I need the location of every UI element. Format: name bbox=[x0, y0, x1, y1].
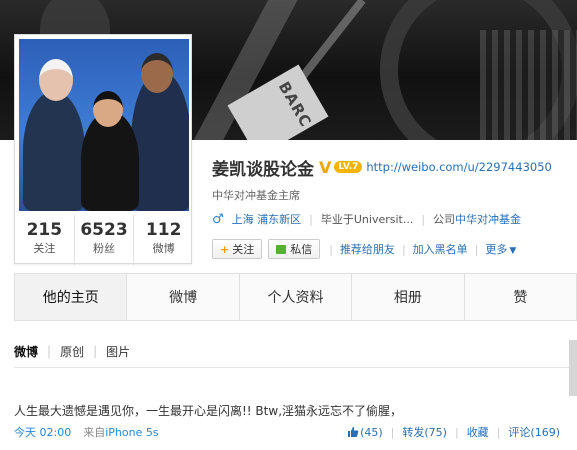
male-icon: ♂ bbox=[212, 211, 224, 227]
filter-original[interactable]: 原创 bbox=[60, 343, 84, 360]
stat-following[interactable]: 215 关注 bbox=[15, 215, 75, 265]
repost-button[interactable]: 转发(75) bbox=[402, 424, 447, 440]
stat-followers-count: 6523 bbox=[80, 220, 128, 240]
post-time[interactable]: 今天 02:00 bbox=[14, 424, 71, 440]
stat-posts[interactable]: 112 微博 bbox=[134, 215, 193, 265]
stat-followers-label: 粉丝 bbox=[93, 242, 115, 255]
stat-following-count: 215 bbox=[26, 220, 63, 240]
tab-likes[interactable]: 赞 bbox=[465, 274, 576, 320]
avatar[interactable] bbox=[19, 39, 189, 211]
plus-icon: + bbox=[220, 242, 230, 256]
tab-home[interactable]: 他的主页 bbox=[15, 274, 128, 320]
post-meta: 今天 02:00 来自iPhone 5s (45) | 转发(75) | 收藏 … bbox=[14, 424, 560, 440]
stat-following-label: 关注 bbox=[33, 242, 56, 255]
tab-profile-info[interactable]: 个人资料 bbox=[240, 274, 353, 320]
school-text: 毕业于Universit... bbox=[320, 213, 414, 226]
user-info-row: ♂ 上海 浦东新区 | 毕业于Universit... | 公司 中华对冲基金 bbox=[212, 211, 522, 227]
action-bar: + 关注 私信 | 推荐给朋友 | 加入黑名单 | 更多 ▼ bbox=[212, 239, 520, 259]
follow-label: 关注 bbox=[232, 243, 255, 256]
stat-followers[interactable]: 6523 粉丝 bbox=[75, 215, 135, 265]
recommend-link[interactable]: 推荐给朋友 bbox=[340, 241, 395, 257]
filter-all[interactable]: 微博 bbox=[14, 343, 38, 360]
divider bbox=[14, 367, 577, 368]
stat-posts-label: 微博 bbox=[152, 242, 175, 255]
message-button[interactable]: 私信 bbox=[268, 239, 321, 259]
chevron-down-icon: ▼ bbox=[509, 246, 517, 256]
more-label: 更多 bbox=[485, 243, 508, 256]
feed-filter: 微博 | 原创 | 图片 bbox=[14, 343, 131, 360]
profile-url-link[interactable]: http://weibo.com/u/2297443050 bbox=[366, 160, 551, 174]
profile-card: 215 关注 6523 粉丝 112 微博 bbox=[14, 34, 193, 265]
location-link[interactable]: 上海 浦东新区 bbox=[232, 211, 302, 227]
post-source: 来自iPhone 5s bbox=[83, 424, 158, 440]
stat-posts-count: 112 bbox=[145, 220, 182, 240]
verified-icon[interactable]: V bbox=[319, 158, 331, 177]
user-intro: 中华对冲基金主席 bbox=[212, 189, 300, 202]
user-name: 姜凯谈股论金 bbox=[212, 159, 314, 180]
post-source-prefix: 来自 bbox=[83, 426, 106, 439]
tab-album[interactable]: 相册 bbox=[352, 274, 465, 320]
profile-header: 姜凯谈股论金 V LV.7 http://weibo.com/u/2297443… bbox=[212, 155, 552, 180]
company-prefix: 公司 bbox=[433, 213, 456, 226]
more-menu[interactable]: 更多 ▼ bbox=[485, 241, 516, 257]
follow-button[interactable]: + 关注 bbox=[212, 239, 263, 259]
post-actions: (45) | 转发(75) | 收藏 | 评论(169) bbox=[347, 424, 560, 440]
level-badge[interactable]: LV.7 bbox=[334, 161, 363, 173]
scrollbar[interactable] bbox=[569, 340, 577, 396]
message-icon bbox=[276, 244, 287, 254]
profile-tabs: 他的主页 微博 个人资料 相册 赞 bbox=[14, 273, 577, 321]
message-label: 私信 bbox=[290, 243, 313, 256]
company-link[interactable]: 中华对冲基金 bbox=[455, 211, 521, 227]
profile-stats: 215 关注 6523 粉丝 112 微博 bbox=[15, 215, 193, 265]
like-count: (45) bbox=[360, 425, 383, 439]
like-button[interactable]: (45) bbox=[347, 426, 383, 439]
filter-images[interactable]: 图片 bbox=[106, 343, 130, 360]
tab-weibo[interactable]: 微博 bbox=[127, 274, 240, 320]
post-text: 人生最大遗憾是遇见你，一生最开心是闪离!! Btw,淫猫永远忘不了偷腥， bbox=[14, 404, 403, 418]
post-source-link[interactable]: iPhone 5s bbox=[105, 426, 158, 439]
thumbs-up-icon bbox=[348, 426, 359, 437]
comment-button[interactable]: 评论(169) bbox=[508, 424, 560, 440]
favorite-button[interactable]: 收藏 bbox=[467, 424, 489, 440]
blacklist-link[interactable]: 加入黑名单 bbox=[413, 241, 468, 257]
